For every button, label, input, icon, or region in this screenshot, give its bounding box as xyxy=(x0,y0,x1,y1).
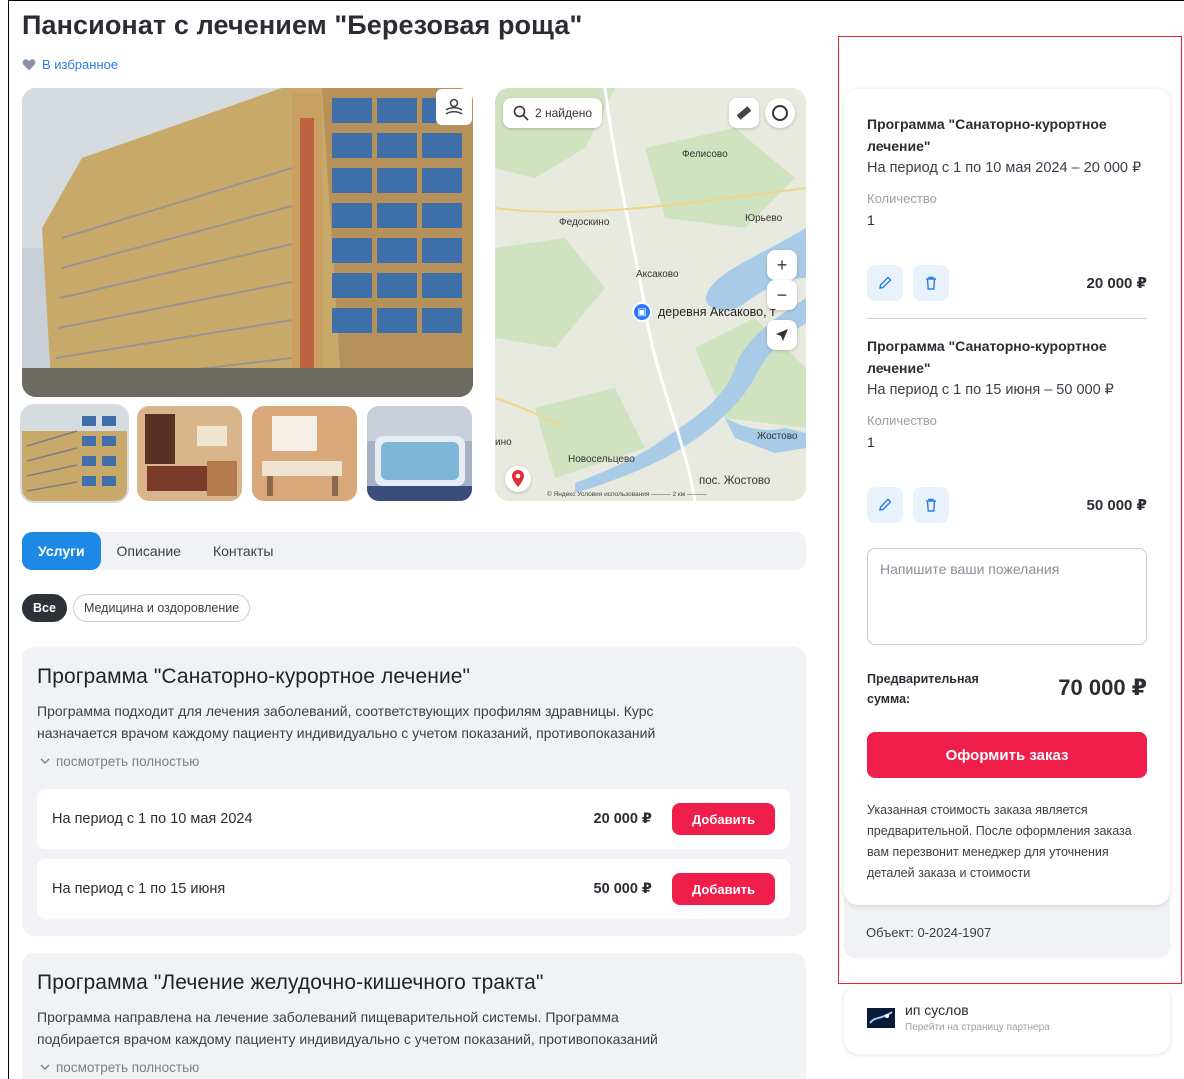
partner-name: ип суслов xyxy=(905,1002,969,1018)
map-place-label: Аксаково xyxy=(636,269,679,280)
map-search-results[interactable]: 2 найдено xyxy=(503,98,602,128)
favorite-label: В избранное xyxy=(42,57,119,72)
tab-contacts[interactable]: Контакты xyxy=(197,532,289,570)
navigation-arrow-icon xyxy=(776,329,788,341)
panorama-button[interactable] xyxy=(436,89,472,125)
location-pin-icon xyxy=(512,470,524,487)
panorama-icon xyxy=(445,98,463,115)
chevron-down-icon xyxy=(40,758,50,764)
window-border-top xyxy=(8,0,1184,1)
content-tabs: Услуги Описание Контакты xyxy=(22,532,806,570)
show-more-link[interactable]: посмотреть полностью xyxy=(40,1060,199,1075)
program-description-line: назначается врачом каждому пациенту инди… xyxy=(37,725,656,741)
map-geolocation-button[interactable] xyxy=(505,466,531,492)
program-title: Программа "Санаторно-курортное лечение" xyxy=(37,665,471,688)
map-ruler-button[interactable] xyxy=(729,98,759,128)
program-card: Программа "Лечение желудочно-кишечного т… xyxy=(22,953,806,1079)
window-border-left xyxy=(8,0,9,1079)
offer-row: На период с 1 по 10 мая 2024 20 000 ₽ До… xyxy=(37,789,790,849)
highlight-frame xyxy=(838,36,1182,984)
service-filters: Все Медицина и оздоровление xyxy=(22,594,251,622)
program-card: Программа "Санаторно-курортное лечение" … xyxy=(22,647,806,936)
chevron-down-icon xyxy=(40,1064,50,1070)
location-map[interactable]: 2 найдено + − Фелисово Федоскино Юрьево … xyxy=(495,88,806,501)
tab-services[interactable]: Услуги xyxy=(22,532,101,570)
offer-period: На период с 1 по 10 мая 2024 xyxy=(52,811,253,827)
partner-logo xyxy=(867,1008,895,1028)
program-description: Программа подходит для лечения заболеван… xyxy=(37,700,789,744)
photo-thumbnail-bath[interactable] xyxy=(367,406,472,501)
map-locate-button[interactable] xyxy=(767,320,797,350)
program-description-line: подбирается врачом каждому пациенту инди… xyxy=(37,1031,658,1047)
map-marker-label: деревня Аксаково, т xyxy=(658,305,776,319)
map-layers-button[interactable] xyxy=(765,98,795,128)
program-description: Программа направлена на лечение заболева… xyxy=(37,1006,789,1050)
layers-icon xyxy=(772,105,788,121)
map-copyright: © Яндекс Условия использования ——— 2 км … xyxy=(547,491,707,498)
offer-row: На период с 1 по 15 июня 50 000 ₽ Добави… xyxy=(37,859,790,919)
map-place-label: Фелисово xyxy=(682,149,728,160)
photo-thumbnail-massage-room[interactable] xyxy=(252,406,357,501)
show-more-link[interactable]: посмотреть полностью xyxy=(40,754,199,769)
offer-price: 20 000 ₽ xyxy=(593,811,652,827)
map-place-label: Новосельцево xyxy=(568,454,635,465)
heart-icon xyxy=(22,59,36,71)
map-search-label: 2 найдено xyxy=(535,106,592,120)
favorite-button[interactable]: В избранное xyxy=(22,57,118,72)
map-place-label: Жостово xyxy=(757,431,798,442)
add-offer-button[interactable]: Добавить xyxy=(672,873,775,905)
tab-description[interactable]: Описание xyxy=(101,532,197,570)
filter-all[interactable]: Все xyxy=(22,594,67,622)
map-place-label: Юрьево xyxy=(745,213,783,224)
map-object-marker[interactable]: ▣ деревня Аксаково, т xyxy=(632,302,776,322)
map-zoom-in-button[interactable]: + xyxy=(767,250,797,280)
photo-thumbnail-room[interactable] xyxy=(137,406,242,501)
map-place-label: ино xyxy=(495,437,512,448)
map-place-label: Федоскино xyxy=(559,217,610,228)
show-more-label: посмотреть полностью xyxy=(56,1060,200,1075)
program-title: Программа "Лечение желудочно-кишечного т… xyxy=(37,971,544,994)
partner-card[interactable]: ип суслов Перейти на страницу партнера xyxy=(844,985,1170,1054)
offer-period: На период с 1 по 15 июня xyxy=(52,881,226,897)
show-more-label: посмотреть полностью xyxy=(56,754,200,769)
add-offer-button[interactable]: Добавить xyxy=(672,803,775,835)
filter-medicine[interactable]: Медицина и оздоровление xyxy=(72,594,251,622)
program-description-line: Программа направлена на лечение заболева… xyxy=(37,1009,619,1025)
photo-thumbnail-building[interactable] xyxy=(20,404,129,503)
ruler-icon xyxy=(736,106,752,120)
offer-price: 50 000 ₽ xyxy=(593,881,652,897)
program-description-line: Программа подходит для лечения заболеван… xyxy=(37,703,654,719)
page-title: Пансионат с лечением "Березовая роща" xyxy=(22,10,583,40)
sanatorium-pin-icon: ▣ xyxy=(632,302,652,322)
partner-page-link[interactable]: Перейти на страницу партнера xyxy=(905,1022,1050,1033)
main-photo[interactable] xyxy=(22,88,473,397)
search-icon xyxy=(513,105,529,121)
map-place-label: пос. Жостово xyxy=(699,475,771,487)
